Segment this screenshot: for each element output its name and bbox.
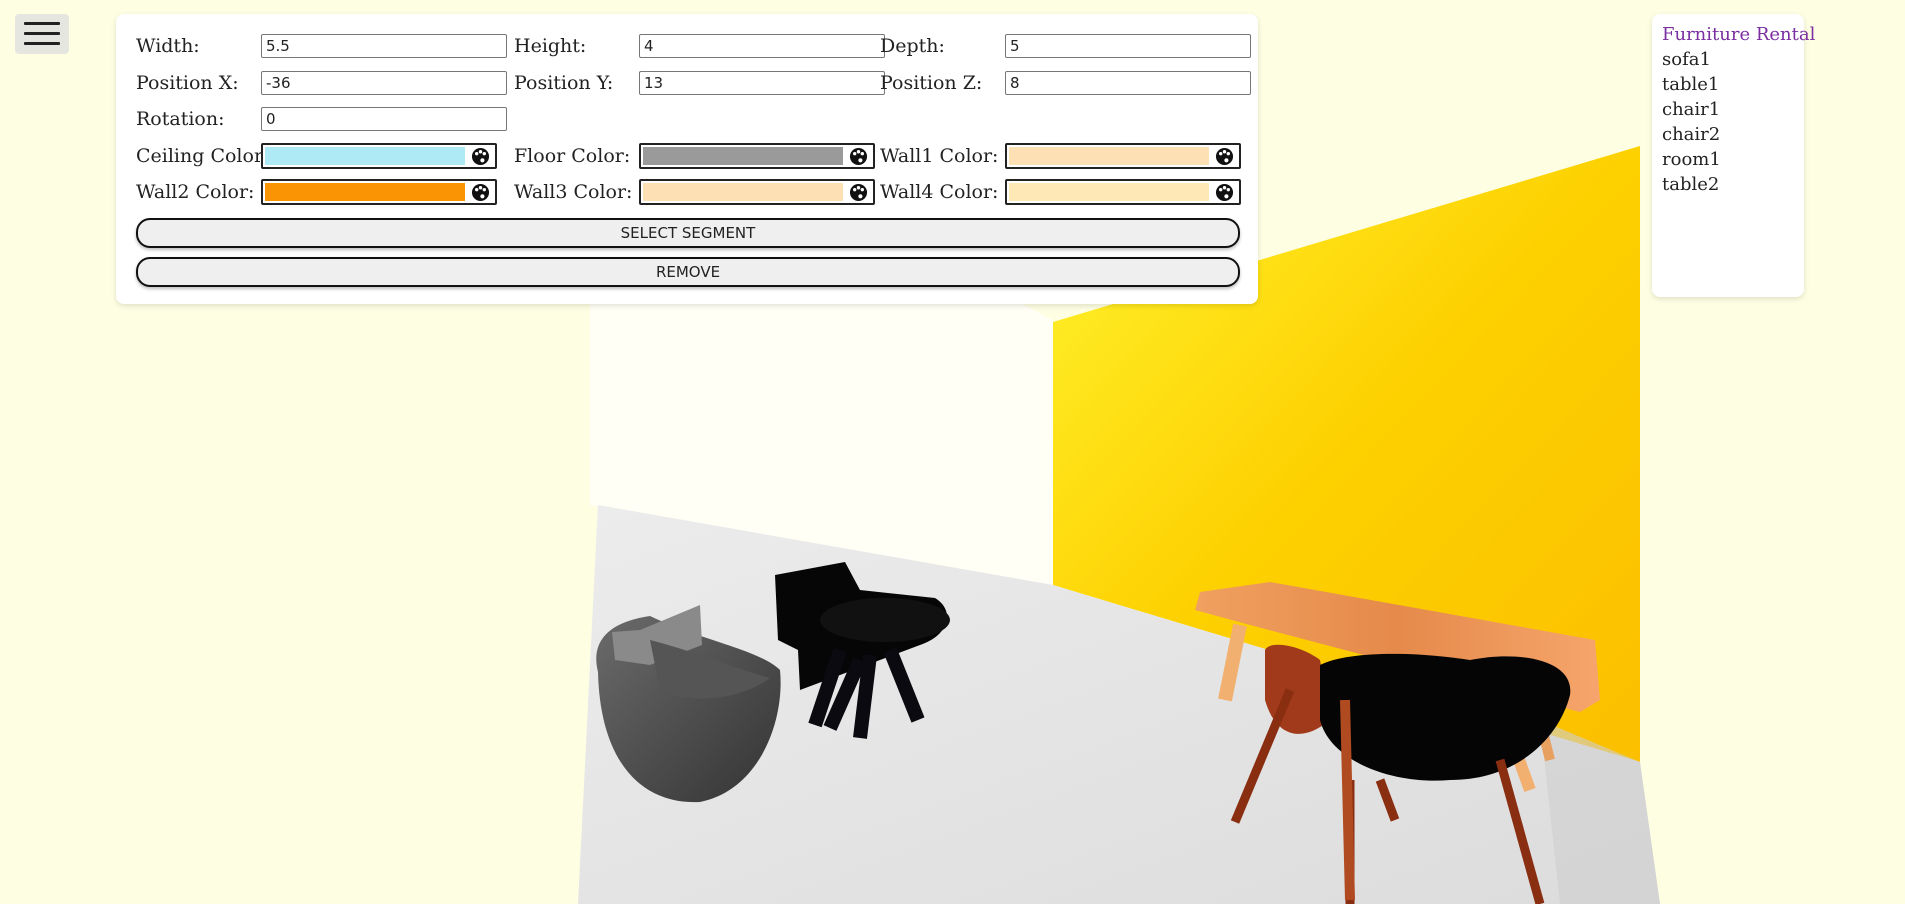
wall3-color-picker[interactable] (639, 179, 875, 205)
ceiling-color-label: Ceiling Color: (136, 145, 270, 167)
furniture-list-panel: Furniture Rental sofa1 table1 chair1 cha… (1652, 14, 1815, 297)
wall1-color-swatch (1009, 147, 1209, 165)
palette-icon (849, 147, 868, 166)
wall1-color-picker[interactable] (1005, 143, 1241, 169)
position-z-input[interactable] (1005, 71, 1251, 95)
position-x-input[interactable] (261, 71, 507, 95)
hamburger-icon (24, 32, 60, 35)
wall3-color-label: Wall3 Color: (514, 181, 633, 203)
ceiling-color-picker[interactable] (261, 143, 497, 169)
wall2-color-swatch (265, 183, 465, 201)
ceiling-color-field: Ceiling Color: (136, 142, 497, 170)
palette-icon (471, 147, 490, 166)
wall1-color-field: Wall1 Color: (880, 142, 1241, 170)
position-z-label: Position Z: (880, 72, 983, 94)
list-item-chair2[interactable]: chair2 (1662, 124, 1720, 145)
remove-button[interactable]: REMOVE (136, 257, 1240, 287)
floor-shadow (1540, 720, 1660, 904)
list-item-room1[interactable]: room1 (1662, 149, 1721, 170)
wall1-color-label: Wall1 Color: (880, 145, 999, 167)
wall4-color-field: Wall4 Color: (880, 178, 1241, 206)
list-item-table1[interactable]: table1 (1662, 74, 1719, 95)
depth-input[interactable] (1005, 34, 1251, 58)
wall4-color-swatch (1009, 183, 1209, 201)
furniture-list-title[interactable]: Furniture Rental (1662, 24, 1815, 45)
floor-color-picker[interactable] (639, 143, 875, 169)
list-item-sofa1[interactable]: sofa1 (1662, 49, 1711, 70)
wall4-color-picker[interactable] (1005, 179, 1241, 205)
palette-icon (1215, 147, 1234, 166)
wall2-color-picker[interactable] (261, 179, 497, 205)
depth-field: Depth: (880, 32, 1251, 60)
list-item-chair1[interactable]: chair1 (1662, 99, 1720, 120)
wall2-color-label: Wall2 Color: (136, 181, 255, 203)
room-settings-panel: Width: Height: Depth: Position X: Positi… (116, 14, 1258, 304)
width-input[interactable] (261, 34, 507, 58)
height-input[interactable] (639, 34, 885, 58)
palette-icon (471, 183, 490, 202)
rotation-field: Rotation: (136, 105, 507, 133)
rotation-input[interactable] (261, 107, 507, 131)
ceiling-color-swatch (265, 147, 465, 165)
height-label: Height: (514, 35, 587, 57)
wall4-color-label: Wall4 Color: (880, 181, 999, 203)
wall3-color-field: Wall3 Color: (514, 178, 875, 206)
position-x-field: Position X: (136, 69, 507, 97)
depth-label: Depth: (880, 35, 945, 57)
menu-button[interactable] (15, 14, 69, 54)
palette-icon (1215, 183, 1234, 202)
select-segment-button[interactable]: SELECT SEGMENT (136, 218, 1240, 248)
position-z-field: Position Z: (880, 69, 1251, 97)
height-field: Height: (514, 32, 885, 60)
position-y-field: Position Y: (514, 69, 885, 97)
floor-color-label: Floor Color: (514, 145, 631, 167)
position-y-input[interactable] (639, 71, 885, 95)
position-x-label: Position X: (136, 72, 239, 94)
list-item-table2[interactable]: table2 (1662, 174, 1719, 195)
wall3-color-swatch (643, 183, 843, 201)
hamburger-icon (24, 42, 60, 45)
floor-color-swatch (643, 147, 843, 165)
position-y-label: Position Y: (514, 72, 614, 94)
wall2-color-field: Wall2 Color: (136, 178, 497, 206)
rotation-label: Rotation: (136, 108, 225, 130)
floor-color-field: Floor Color: (514, 142, 875, 170)
palette-icon (849, 183, 868, 202)
width-field: Width: (136, 32, 507, 60)
width-label: Width: (136, 35, 200, 57)
hamburger-icon (24, 22, 60, 25)
